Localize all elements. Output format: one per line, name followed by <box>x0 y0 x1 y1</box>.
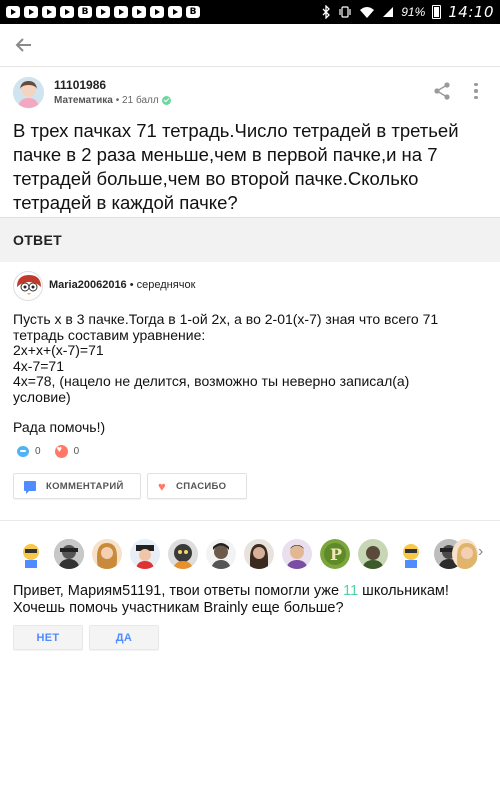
youtube-icon <box>132 6 146 18</box>
avatar[interactable] <box>92 539 122 569</box>
question-meta: Математика • 21 балл <box>54 95 171 106</box>
avatar[interactable] <box>130 539 160 569</box>
thanks-button-label: СПАСИБО <box>176 480 227 492</box>
avatar[interactable] <box>206 539 236 569</box>
vk-icon: B <box>186 6 200 18</box>
avatar[interactable] <box>396 539 426 569</box>
more-options-icon[interactable] <box>470 79 482 103</box>
help-prompt-text: Привет, Мариям51191, твои ответы помогли… <box>13 583 493 617</box>
comment-button-label: КОММЕНТАРИЙ <box>46 480 124 492</box>
helpers-avatars: P <box>16 539 486 571</box>
comments-counter[interactable]: 0 <box>17 446 41 457</box>
comment-button[interactable]: КОММЕНТАРИЙ <box>13 473 141 499</box>
wifi-icon <box>360 6 375 18</box>
battery-percent: 91% <box>401 5 426 19</box>
answer-text: Пусть х в 3 пачке.Тогда в 1-ой 2х, а во … <box>13 311 493 405</box>
avatar[interactable] <box>358 539 388 569</box>
share-icon[interactable] <box>432 81 452 101</box>
avatar[interactable]: P <box>320 539 350 569</box>
answer-line: Пусть х в 3 пачке.Тогда в 1-ой 2х, а во … <box>13 311 439 327</box>
no-button[interactable]: НЕТ <box>13 625 83 650</box>
answerer-rank: • середнячок <box>129 279 196 291</box>
question-card: 11101986 Математика • 21 балл В трех пач… <box>0 67 500 218</box>
points-label: • 21 балл <box>115 95 159 106</box>
avatar[interactable] <box>244 539 274 569</box>
app-bar <box>0 24 500 67</box>
answer-heading: ОТВЕТ <box>13 232 62 248</box>
thanks-button[interactable]: ♥ СПАСИБО <box>147 473 247 499</box>
status-bar: B B 91% 14:10 <box>0 0 500 24</box>
answer-card: Maria20062016 • середнячок Пусть х в 3 п… <box>0 262 500 520</box>
answerer-avatar[interactable] <box>13 271 43 301</box>
notification-icons: B B <box>6 6 200 18</box>
help-text-start: Привет, Мариям51191, твои ответы помогли… <box>13 583 344 599</box>
youtube-icon <box>96 6 110 18</box>
help-prompt-card: P › Привет, Мариям51191, твои ответы пом… <box>0 520 500 800</box>
avatar[interactable] <box>452 539 478 569</box>
heart-icon <box>54 444 68 458</box>
comments-count: 0 <box>35 446 41 457</box>
svg-text:P: P <box>330 545 342 564</box>
yes-button[interactable]: ДА <box>89 625 159 650</box>
likes-count: 0 <box>73 446 80 457</box>
answer-line: 4х-7=71 <box>13 357 64 374</box>
vibrate-icon <box>339 6 351 18</box>
battery-icon <box>432 5 442 19</box>
bluetooth-icon <box>322 5 331 19</box>
heart-icon: ♥ <box>158 478 167 494</box>
answer-line: 4х=78, (нацело не делится, возможно ты н… <box>13 373 410 389</box>
youtube-icon <box>114 6 128 18</box>
youtube-icon <box>24 6 38 18</box>
answer-line: 2х+х+(х-7)=71 <box>13 342 104 358</box>
comment-bubble-icon <box>17 446 29 457</box>
answer-section-header: ОТВЕТ <box>0 218 500 262</box>
youtube-icon <box>42 6 56 18</box>
youtube-icon <box>150 6 164 18</box>
subject-label[interactable]: Математика <box>54 95 113 106</box>
youtube-icon <box>6 6 20 18</box>
avatar[interactable] <box>168 539 198 569</box>
answerer-username[interactable]: Maria20062016 <box>49 279 127 291</box>
likes-counter[interactable]: 0 <box>54 444 80 458</box>
answer-line: условие) <box>13 388 71 405</box>
vk-icon: B <box>78 6 92 18</box>
avatar[interactable] <box>16 539 46 569</box>
clock: 14:10 <box>448 3 494 21</box>
question-text: В трех пачках 71 тетрадь.Число тетрадей … <box>13 120 459 213</box>
verified-icon <box>161 96 171 105</box>
youtube-icon <box>60 6 74 18</box>
comment-icon <box>24 481 36 494</box>
avatar[interactable] <box>54 539 84 569</box>
answerer-info: Maria20062016 • середнячок <box>49 279 195 291</box>
avatar[interactable] <box>282 539 312 569</box>
helped-count: 11 <box>343 583 359 599</box>
asker-username[interactable]: 11101986 <box>54 78 106 92</box>
signal-icon <box>383 7 394 17</box>
answer-counters: 0 0 <box>17 444 85 458</box>
youtube-icon <box>168 6 182 18</box>
asker-avatar[interactable] <box>13 77 44 108</box>
answer-line: тетрадь составим уравнение: <box>13 326 206 343</box>
back-arrow-icon[interactable] <box>12 33 36 57</box>
answer-signoff: Рада помочь!) <box>13 419 106 435</box>
chevron-right-icon[interactable]: › <box>478 543 483 561</box>
